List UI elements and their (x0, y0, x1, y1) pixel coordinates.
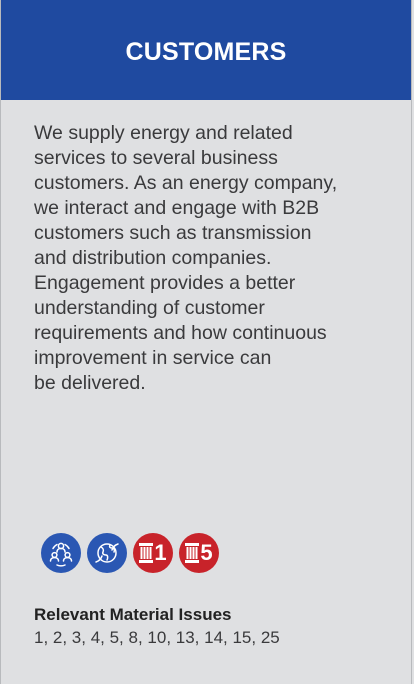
icon-row: 1 5 (41, 533, 219, 573)
pillar-number: 1 (154, 540, 167, 565)
stakeholders-icon (41, 533, 81, 573)
customers-card: CUSTOMERS We supply energy and related s… (0, 0, 412, 684)
relevant-issues-title: Relevant Material Issues (34, 605, 232, 624)
card-title: CUSTOMERS (125, 37, 287, 66)
pillar-5-icon: 5 (179, 533, 219, 573)
pillar-1-icon: 1 (133, 533, 173, 573)
globe-leaf-icon (87, 533, 127, 573)
pillar-number: 5 (200, 540, 213, 565)
card-description: We supply energy and related services to… (34, 122, 338, 394)
relevant-issues-list: 1, 2, 3, 4, 5, 8, 10, 13, 14, 15, 25 (34, 628, 280, 647)
card-header: CUSTOMERS (1, 0, 411, 100)
